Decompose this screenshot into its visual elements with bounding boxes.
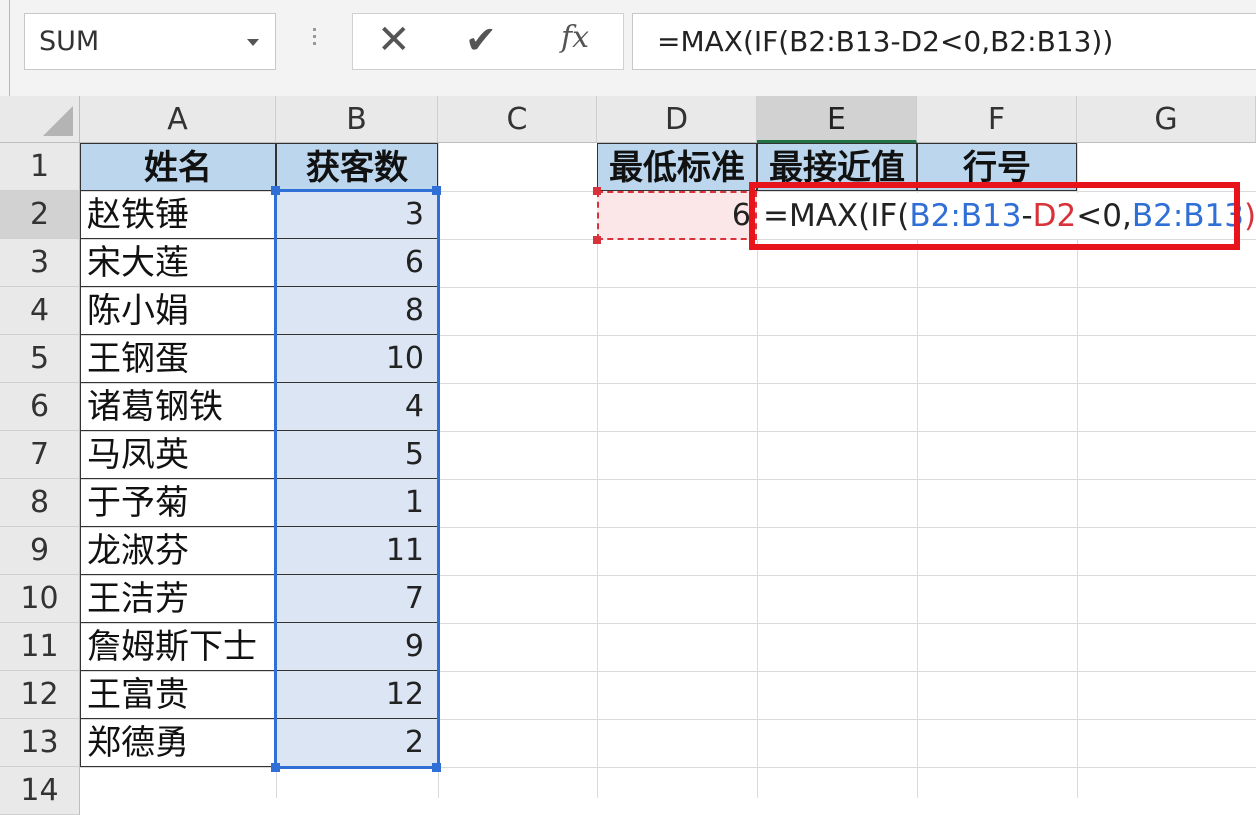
chevron-down-icon[interactable] (247, 39, 259, 46)
range-selection-B2-B13 (274, 189, 440, 769)
cell-A2[interactable]: 赵铁锤 (80, 191, 276, 239)
row-header-4[interactable]: 4 (0, 287, 80, 335)
cell-A5[interactable]: 王钢蛋 (80, 335, 276, 383)
cell-D2[interactable]: 6 (597, 191, 757, 240)
drag-handle-icon[interactable] (312, 28, 318, 54)
enter-check-icon[interactable]: ✔ (465, 18, 497, 62)
select-all-icon (43, 106, 73, 136)
grid-hline (80, 767, 1256, 768)
formula-bar[interactable]: =MAX(IF(B2:B13-D2<0,B2:B13)) (632, 13, 1256, 70)
cell-A7[interactable]: 马凤英 (80, 431, 276, 479)
column-header-B[interactable]: B (276, 96, 438, 143)
name-box[interactable]: SUM (24, 13, 276, 70)
cell-A4[interactable]: 陈小娟 (80, 287, 276, 335)
reference-handle[interactable] (593, 236, 601, 244)
formula-bar-text: =MAX(IF(B2:B13-D2<0,B2:B13)) (657, 25, 1114, 58)
reference-handle[interactable] (593, 187, 601, 195)
cell-A12[interactable]: 王富贵 (80, 671, 276, 719)
range-handle[interactable] (432, 763, 441, 772)
row-header-9[interactable]: 9 (0, 527, 80, 575)
column-header-G[interactable]: G (1077, 96, 1256, 143)
column-header-F[interactable]: F (917, 96, 1077, 143)
range-handle[interactable] (271, 186, 280, 195)
row-header-1[interactable]: 1 (0, 143, 80, 191)
column-header-D[interactable]: D (597, 96, 757, 143)
row-header-3[interactable]: 3 (0, 239, 80, 287)
row-header-5[interactable]: 5 (0, 335, 80, 383)
formula-paren: ) (1243, 198, 1256, 234)
row-header-10[interactable]: 10 (0, 575, 80, 623)
row-header-6[interactable]: 6 (0, 383, 80, 431)
column-header-A[interactable]: A (80, 96, 276, 143)
column-header-E[interactable]: E (757, 96, 917, 143)
cell-A13[interactable]: 郑德勇 (80, 719, 276, 767)
cell-A11[interactable]: 詹姆斯下士 (80, 623, 276, 671)
cell-B1[interactable]: 获客数 (276, 143, 438, 191)
row-header-11[interactable]: 11 (0, 623, 80, 671)
row-header-7[interactable]: 7 (0, 431, 80, 479)
range-handle[interactable] (432, 186, 441, 195)
cell-A3[interactable]: 宋大莲 (80, 239, 276, 287)
annotation-highlight-frame (749, 182, 1240, 250)
row-header-2[interactable]: 2 (0, 191, 80, 239)
cell-A1[interactable]: 姓名 (80, 143, 276, 191)
row-header-12[interactable]: 12 (0, 671, 80, 719)
row-header-13[interactable]: 13 (0, 719, 80, 767)
cell-A8[interactable]: 于予菊 (80, 479, 276, 527)
cell-A6[interactable]: 诸葛钢铁 (80, 383, 276, 431)
row-header-8[interactable]: 8 (0, 479, 80, 527)
cell-A10[interactable]: 王洁芳 (80, 575, 276, 623)
column-header-C[interactable]: C (438, 96, 597, 143)
cell-A9[interactable]: 龙淑芬 (80, 527, 276, 575)
cancel-icon[interactable]: ✕ (377, 18, 411, 62)
row-header-14[interactable]: 14 (0, 767, 80, 815)
cell-D1[interactable]: 最低标准 (597, 143, 757, 191)
name-box-value: SUM (39, 26, 100, 57)
insert-function-icon[interactable]: fx (561, 20, 589, 55)
range-handle[interactable] (271, 763, 280, 772)
select-all-corner[interactable] (0, 96, 80, 143)
formula-buttons: ✕ ✔ fx (352, 13, 624, 70)
